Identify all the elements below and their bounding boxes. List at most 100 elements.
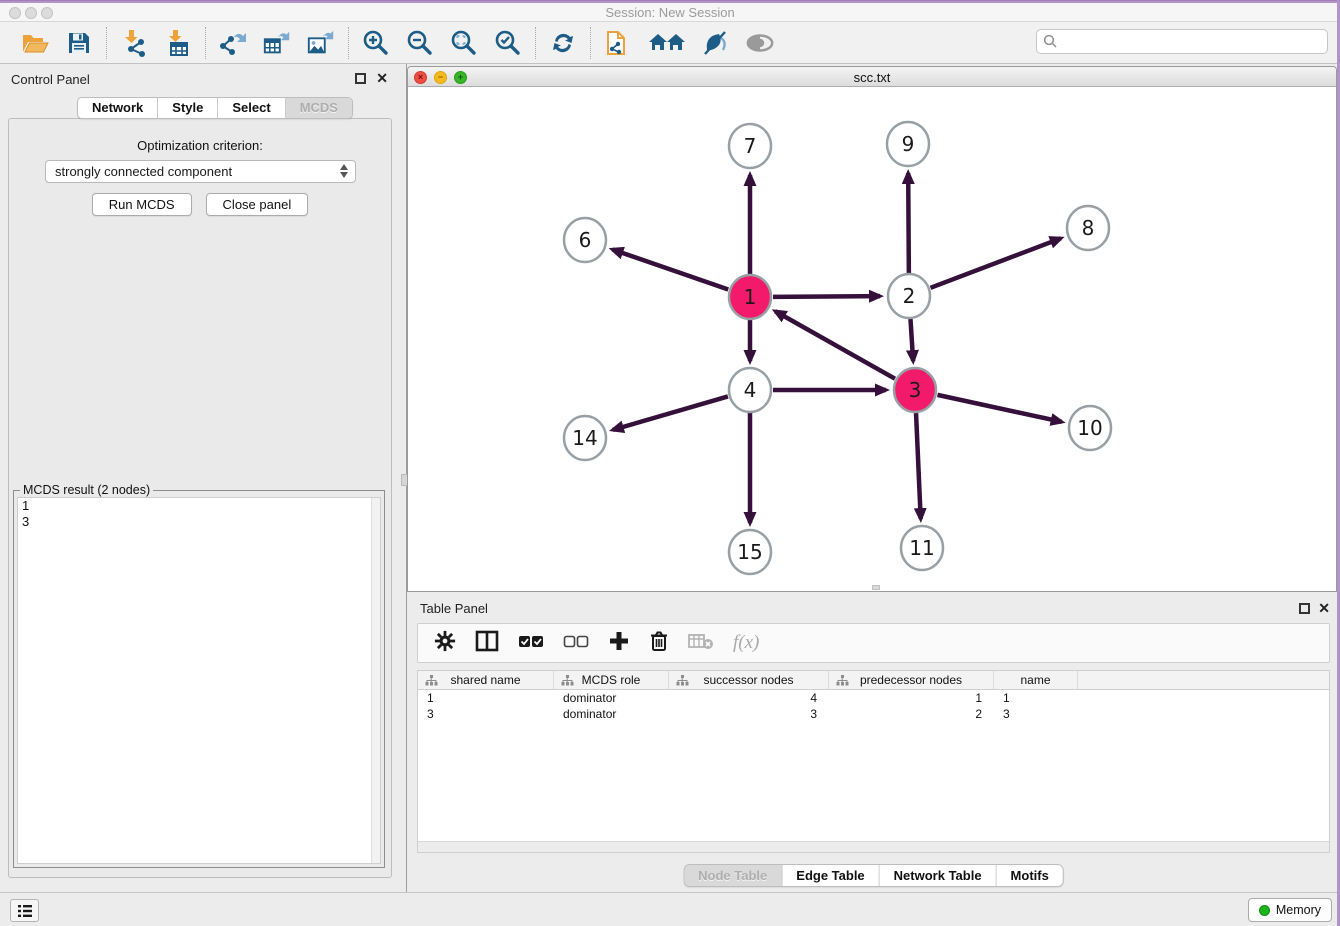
svg-text:3: 3 [909,378,922,402]
tab-network-table[interactable]: Network Table [880,865,997,886]
network-from-file-icon[interactable] [603,28,633,58]
canvas-resize-handle[interactable] [872,585,880,590]
mcds-result-line: 3 [18,514,380,530]
cell-successor-nodes[interactable]: 3 [669,706,829,722]
tab-style[interactable]: Style [158,98,218,118]
cell-name[interactable]: 3 [994,706,1078,722]
column-header-MCDS-role[interactable]: MCDS role [554,671,669,689]
control-panel-close-icon[interactable]: ✕ [376,70,388,87]
zoom-fit-icon[interactable] [449,28,479,58]
control-panel-title: Control Panel [11,72,90,87]
graph-edge-3-1[interactable] [775,311,895,378]
graph-node-1[interactable]: 1 [729,275,771,319]
svg-text:9: 9 [902,132,915,156]
table-panel-close-icon[interactable]: ✕ [1318,600,1330,617]
cell-MCDS-role[interactable]: dominator [554,706,669,722]
graph-node-9[interactable]: 9 [887,122,929,166]
tab-motifs[interactable]: Motifs [997,865,1063,886]
graph-node-4[interactable]: 4 [729,368,771,412]
svg-text:11: 11 [909,536,934,560]
network-window-titlebar[interactable]: × − + scc.txt [408,67,1336,87]
cell-name[interactable]: 1 [994,690,1078,706]
tab-node-table[interactable]: Node Table [684,865,782,886]
graph-edge-4-14[interactable] [613,396,728,429]
cell-predecessor-nodes[interactable]: 2 [829,706,994,722]
graph-edge-3-11[interactable] [916,413,921,519]
column-header-filler [1078,671,1329,689]
column-header-name[interactable]: name [994,671,1078,689]
save-session-icon[interactable] [64,28,94,58]
graph-node-8[interactable]: 8 [1067,206,1109,250]
graph-node-10[interactable]: 10 [1069,406,1111,450]
export-network-icon[interactable] [218,28,248,58]
network-canvas[interactable]: 7 9 6 8 1 2 4 3 14 10 15 11 [408,87,1336,591]
graph-edge-2-3[interactable] [910,319,913,361]
criterion-select[interactable]: strongly connected component [45,160,356,183]
show-hide-preview-icon[interactable] [745,28,775,58]
import-network-icon[interactable] [119,28,149,58]
column-header-shared-name[interactable]: shared name [418,671,554,689]
criterion-selected-value: strongly connected component [55,164,232,179]
table-row[interactable]: 3dominator323 [418,706,1329,722]
add-column-icon[interactable] [608,630,630,657]
graph-node-11[interactable]: 11 [901,526,943,570]
svg-text:14: 14 [572,426,597,450]
cell-successor-nodes[interactable]: 4 [669,690,829,706]
graphics-details-icon[interactable] [701,28,731,58]
graph-edge-2-8[interactable] [931,238,1061,288]
node-table[interactable]: shared nameMCDS rolesuccessor nodesprede… [417,670,1330,853]
split-columns-icon[interactable] [475,630,499,657]
zoom-in-icon[interactable] [361,28,391,58]
graph-node-3[interactable]: 3 [894,368,936,412]
delete-column-icon[interactable] [649,630,669,657]
export-image-icon[interactable] [306,28,336,58]
zoom-out-icon[interactable] [405,28,435,58]
mcds-result-textarea[interactable]: 13 [17,497,381,864]
table-row[interactable]: 1dominator411 [418,690,1329,706]
graph-edge-1-6[interactable] [612,249,728,289]
memory-status-icon [1259,905,1270,916]
run-mcds-button[interactable]: Run MCDS [92,193,192,216]
graph-node-7[interactable]: 7 [729,124,771,168]
column-header-predecessor-nodes[interactable]: predecessor nodes [829,671,994,689]
cell-MCDS-role[interactable]: dominator [554,690,669,706]
select-all-checks-icon[interactable] [518,633,544,654]
list-icon [17,904,33,918]
tab-select[interactable]: Select [218,98,285,118]
settings-gear-icon[interactable] [434,630,456,657]
deselect-all-checks-icon[interactable] [563,633,589,654]
graph-node-6[interactable]: 6 [564,218,606,262]
graph-node-2[interactable]: 2 [888,274,930,318]
tab-edge-table[interactable]: Edge Table [782,865,879,886]
export-table-icon[interactable] [262,28,292,58]
home-icon[interactable] [647,28,687,58]
graph-edge-3-10[interactable] [937,395,1061,422]
panel-splitter[interactable] [400,64,407,892]
table-panel-float-icon[interactable] [1299,603,1310,614]
mcds-result-line: 1 [18,498,380,514]
import-table-icon[interactable] [163,28,193,58]
column-header-successor-nodes[interactable]: successor nodes [669,671,829,689]
tab-mcds[interactable]: MCDS [286,98,352,118]
app-titlebar: Session: New Session [0,3,1340,22]
graph-edge-1-2[interactable] [773,296,880,297]
cell-shared-name[interactable]: 3 [418,706,554,722]
svg-text:8: 8 [1082,216,1095,240]
open-session-icon[interactable] [20,28,50,58]
cell-shared-name[interactable]: 1 [418,690,554,706]
graph-node-15[interactable]: 15 [729,530,771,574]
task-history-button[interactable] [10,899,39,922]
zoom-selected-icon[interactable] [493,28,523,58]
control-panel-float-icon[interactable] [355,73,366,84]
search-input[interactable] [1036,29,1328,54]
tab-network[interactable]: Network [78,98,158,118]
graph-edge-2-9[interactable] [908,173,909,273]
graph-node-14[interactable]: 14 [564,416,606,460]
status-bar: Memory [0,892,1340,926]
table-hscrollbar[interactable] [418,841,1329,852]
memory-button[interactable]: Memory [1248,898,1332,922]
result-scrollbar[interactable] [371,498,380,863]
refresh-view-icon[interactable] [548,28,578,58]
cell-predecessor-nodes[interactable]: 1 [829,690,994,706]
close-panel-button[interactable]: Close panel [206,193,309,216]
